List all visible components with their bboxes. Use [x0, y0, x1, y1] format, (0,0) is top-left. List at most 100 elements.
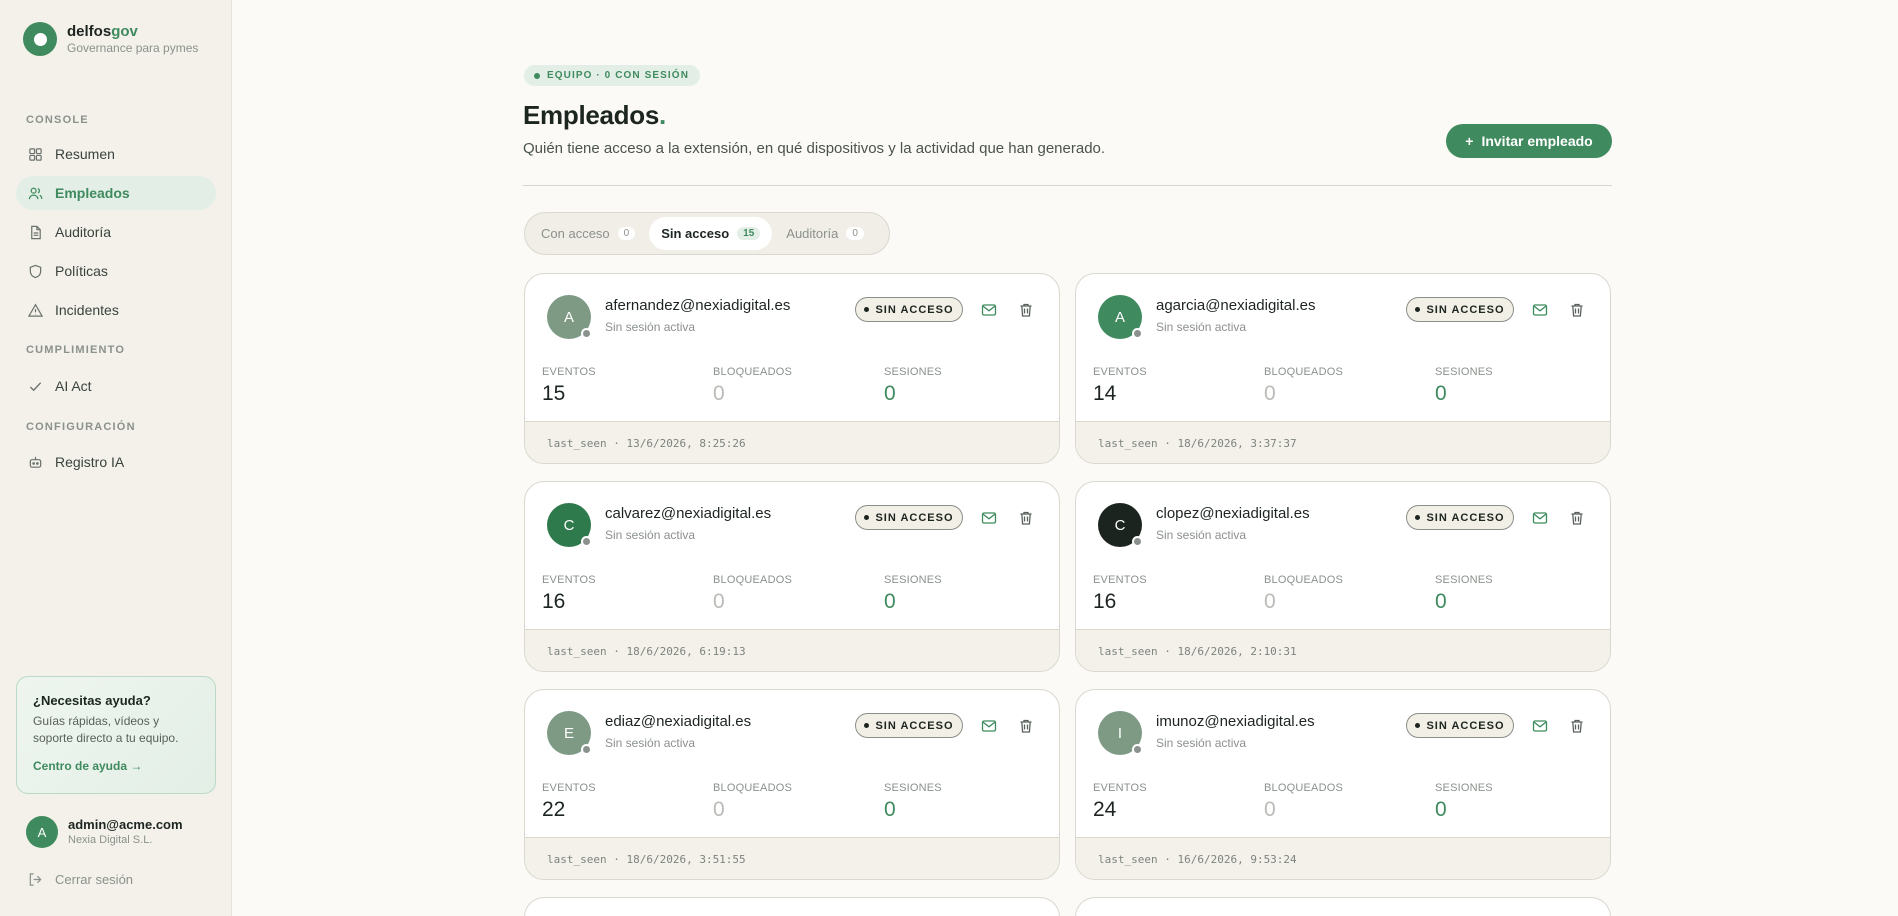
metric-label: BLOQUEADOS [713, 574, 793, 586]
tab-con-acceso[interactable]: Con acceso 0 [529, 217, 647, 250]
trash-icon [1571, 303, 1583, 317]
status-dot [1132, 328, 1143, 339]
employee-email: calvarez@nexiadigital.es [605, 505, 772, 522]
user-profile[interactable]: A admin@acme.com Nexia Digital S.L. [26, 816, 183, 848]
metric-value: 0 [713, 590, 725, 613]
sidebar-item-politicas[interactable]: Políticas [16, 254, 216, 288]
metric-value: 0 [1264, 590, 1276, 613]
tab-count: 15 [737, 227, 761, 240]
logout-button[interactable]: Cerrar sesión [28, 872, 133, 887]
plus-icon: + [1465, 133, 1474, 149]
metric-label: EVENTOS [542, 782, 596, 794]
sidebar-item-label: Auditoría [55, 224, 112, 240]
metric-label: SESIONES [884, 366, 942, 378]
metric-value: 0 [884, 590, 896, 613]
avatar-initial: A [563, 308, 574, 326]
mail-icon [1532, 720, 1548, 732]
sidebar-item-auditoria[interactable]: Auditoría [16, 215, 216, 249]
send-invite-button[interactable] [977, 714, 1001, 738]
last-seen: last_seen · 18/6/2026, 3:51:55 [525, 837, 1059, 879]
status-dot [1415, 307, 1421, 312]
metric-sessions: SESIONES 0 [884, 574, 942, 614]
status-badge: SIN ACCESO [855, 297, 963, 322]
sidebar-item-label: Empleados [55, 185, 130, 201]
tab-count: 0 [617, 227, 636, 240]
tab-sin-acceso[interactable]: Sin acceso 15 [649, 217, 773, 250]
sidebar-item-label: Políticas [55, 263, 108, 279]
shield-icon [29, 264, 42, 278]
delete-employee-button[interactable] [1014, 714, 1038, 738]
metric-value: 0 [1435, 798, 1447, 821]
status-badge: SIN ACCESO [1406, 297, 1514, 322]
sidebar-item-incidentes[interactable]: Incidentes [16, 293, 216, 327]
send-invite-button[interactable] [977, 298, 1001, 322]
tab-label: Sin acceso [661, 226, 730, 241]
avatar: C [547, 503, 592, 547]
employee-card[interactable]: A afernandez@nexiadigital.es Sin sesión … [524, 273, 1060, 464]
employee-card[interactable]: C calvarez@nexiadigital.es Sin sesión ac… [524, 481, 1060, 672]
metric-label: BLOQUEADOS [1264, 366, 1344, 378]
send-invite-button[interactable] [1528, 298, 1552, 322]
metric-label: BLOQUEADOS [713, 782, 793, 794]
metric-value: 16 [542, 590, 566, 613]
help-text: Guías rápidas, vídeos y soporte directo … [33, 714, 179, 745]
avatar: A [547, 295, 592, 339]
metric-value: 0 [1264, 798, 1276, 821]
send-invite-button[interactable] [1528, 506, 1552, 530]
employee-card[interactable]: I imunoz@nexiadigital.es Sin sesión acti… [1075, 689, 1611, 880]
delete-employee-button[interactable] [1014, 506, 1038, 530]
metric-label: EVENTOS [1093, 574, 1147, 586]
metric-sessions: SESIONES 0 [1435, 366, 1493, 406]
employee-card[interactable] [524, 897, 1060, 916]
page-subtitle: Quién tiene acceso a la extensión, en qu… [523, 140, 1106, 157]
sidebar-item-resumen[interactable]: Resumen [16, 137, 216, 171]
metric-events: EVENTOS 16 [1093, 574, 1147, 614]
employee-card[interactable]: C clopez@nexiadigital.es Sin sesión acti… [1075, 481, 1611, 672]
nav-section-console: CONSOLE [26, 114, 89, 126]
metric-sessions: SESIONES 0 [1435, 782, 1493, 822]
metric-blocked: BLOQUEADOS 0 [713, 782, 792, 822]
user-org: Nexia Digital S.L. [68, 833, 153, 846]
metric-blocked: BLOQUEADOS 0 [1264, 574, 1343, 614]
sidebar-item-empleados[interactable]: Empleados [16, 176, 216, 210]
metric-value: 0 [884, 382, 896, 405]
nav-section-cumplimiento: CUMPLIMIENTO [26, 344, 126, 356]
send-invite-button[interactable] [1528, 714, 1552, 738]
metric-label: BLOQUEADOS [1264, 574, 1344, 586]
brand[interactable]: delfosgov Governance para pymes [23, 22, 198, 56]
status-dot [581, 328, 592, 339]
metric-value: 0 [713, 382, 725, 405]
sidebar-item-ai-act[interactable]: AI Act [16, 369, 216, 403]
delete-employee-button[interactable] [1014, 298, 1038, 322]
sidebar-item-registro-ia[interactable]: Registro IA [16, 445, 216, 479]
status-badge: SIN ACCESO [855, 505, 963, 530]
send-invite-button[interactable] [977, 506, 1001, 530]
employee-card[interactable]: A agarcia@nexiadigital.es Sin sesión act… [1075, 273, 1611, 464]
status-dot [864, 515, 870, 520]
last-seen: last_seen · 16/6/2026, 9:53:24 [1076, 837, 1610, 879]
employee-card[interactable]: E ediaz@nexiadigital.es Sin sesión activ… [524, 689, 1060, 880]
check-icon [29, 381, 42, 391]
metric-value: 0 [713, 798, 725, 821]
help-center-link[interactable]: Centro de ayuda → [33, 759, 199, 773]
avatar: A [26, 816, 58, 848]
status-badge: SIN ACCESO [855, 713, 963, 738]
delete-employee-button[interactable] [1565, 298, 1589, 322]
session-status: Sin sesión activa [605, 320, 696, 334]
status-badge-label: SIN ACCESO [875, 303, 954, 316]
delete-employee-button[interactable] [1565, 506, 1589, 530]
grid-icon [29, 147, 42, 161]
tab-auditoria[interactable]: Auditoría 0 [774, 217, 876, 250]
status-badge: SIN ACCESO [1406, 505, 1514, 530]
metric-blocked: BLOQUEADOS 0 [713, 574, 792, 614]
status-dot [1132, 744, 1143, 755]
logout-label: Cerrar sesión [55, 872, 134, 887]
mail-icon [981, 512, 997, 524]
employee-card[interactable] [1075, 897, 1611, 916]
metric-blocked: BLOQUEADOS 0 [1264, 782, 1343, 822]
status-dot [581, 744, 592, 755]
invite-employee-button[interactable]: + Invitar empleado [1446, 124, 1612, 158]
tab-count: 0 [846, 227, 864, 240]
delete-employee-button[interactable] [1565, 714, 1589, 738]
metric-events: EVENTOS 14 [1093, 366, 1147, 406]
